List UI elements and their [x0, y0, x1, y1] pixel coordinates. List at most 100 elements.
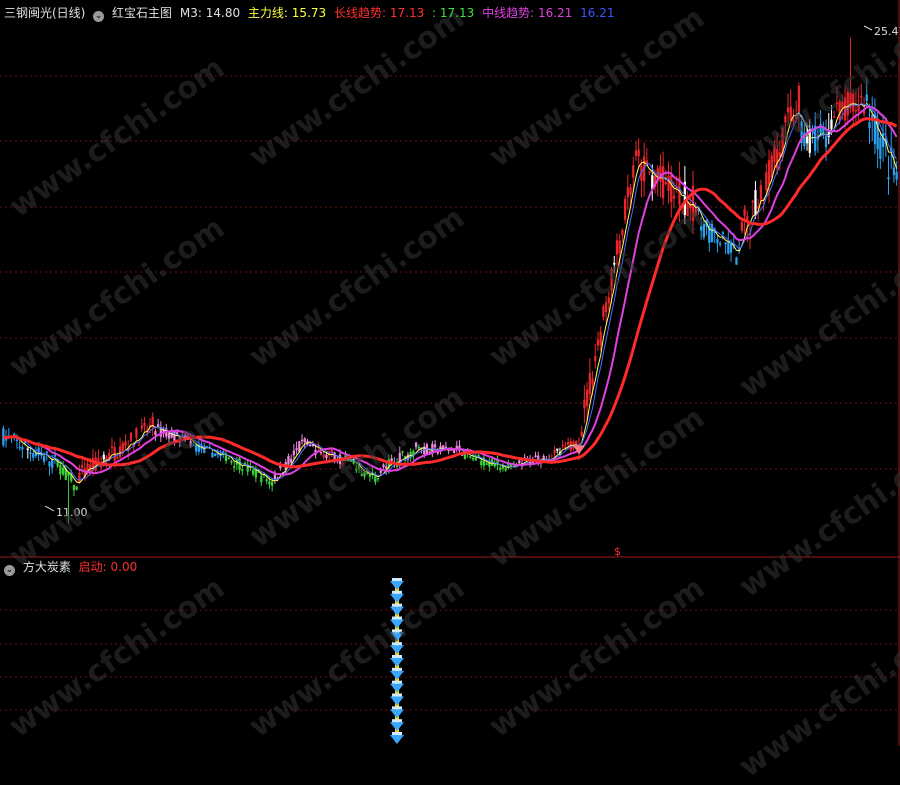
candle [716, 235, 719, 253]
candle [735, 256, 738, 265]
candle [852, 89, 855, 126]
candle [463, 454, 467, 460]
long-trend-label: 长线趋势: [333, 6, 387, 20]
candle [784, 113, 787, 140]
main-line-value: 15.73 [291, 6, 327, 20]
long-trend-value: 17.13 [389, 6, 425, 20]
chevron-down-icon[interactable]: ⌄ [93, 11, 105, 22]
signal-diamond [390, 590, 404, 603]
signal-diamond [390, 667, 404, 680]
candle [561, 440, 564, 449]
candle [401, 450, 404, 457]
sub-indicator-name[interactable]: 方大炭素 [23, 560, 71, 574]
stock-chart[interactable]: 25.47 11.00 $ [0, 0, 900, 746]
extra-value: 16.21 [580, 6, 615, 20]
blue-line-series [3, 102, 898, 481]
candle [48, 461, 51, 476]
candle [227, 457, 230, 460]
candle [865, 77, 868, 106]
mid-trend-label: 中线趋势: [482, 6, 535, 20]
candle [241, 465, 244, 476]
candle [626, 174, 629, 211]
candle [504, 467, 507, 472]
signal-diamond [390, 719, 404, 732]
candle [819, 109, 822, 137]
candle [213, 453, 217, 457]
main-line-series [3, 102, 898, 484]
candle [118, 437, 122, 460]
candle [75, 486, 78, 491]
candle [634, 141, 638, 161]
candle [303, 437, 306, 449]
candle [849, 37, 852, 114]
mid-trend-value: 16.21 [537, 6, 573, 20]
candle [879, 132, 882, 169]
candle [224, 449, 228, 464]
candle [580, 425, 583, 438]
candle [719, 241, 722, 247]
candle [860, 83, 863, 104]
candle [553, 445, 556, 458]
signal-diamond [390, 706, 404, 719]
start-label: 启动: [78, 560, 107, 574]
low-price-label: 11.00 [56, 506, 88, 519]
candle [398, 446, 401, 470]
candle [21, 444, 24, 459]
candle [800, 118, 803, 152]
candle [211, 449, 214, 458]
candle [583, 385, 586, 424]
candle [615, 233, 619, 266]
candle [667, 161, 670, 204]
candle [154, 428, 157, 441]
candle [121, 440, 124, 457]
candle [458, 440, 461, 453]
candle [355, 464, 358, 474]
candle [648, 170, 651, 175]
candle [287, 453, 290, 466]
candle [455, 440, 458, 453]
candle [835, 86, 839, 112]
price-annotations: 25.47 11.00 $ [44, 25, 900, 558]
candle [238, 457, 241, 474]
candle [319, 451, 323, 456]
candle [59, 463, 62, 480]
long-trend-series [2, 116, 898, 469]
candle [833, 110, 836, 119]
high-leader [863, 25, 873, 31]
candle [827, 112, 830, 145]
candle [694, 201, 697, 217]
candle [822, 121, 825, 140]
candle [789, 89, 792, 124]
candle [594, 343, 597, 369]
candle [588, 358, 591, 401]
candle [724, 241, 727, 255]
chevron-down-icon[interactable]: ⌄ [4, 565, 15, 576]
candle [159, 421, 162, 443]
candle [621, 228, 624, 242]
candle [751, 199, 754, 217]
candle [78, 464, 81, 484]
indicator-name[interactable]: 红宝石主图 [112, 6, 172, 20]
candle [124, 434, 127, 450]
candle [776, 132, 779, 175]
candle [727, 230, 730, 255]
chart-grid [0, 0, 900, 746]
candle [710, 220, 714, 243]
candle [507, 459, 510, 470]
candle [143, 416, 146, 432]
candle [873, 98, 877, 155]
candle [116, 456, 119, 460]
candle [72, 484, 76, 497]
candle [604, 296, 608, 323]
candle [854, 91, 858, 127]
signal-diamond [390, 655, 404, 667]
long-trend-value-2: : 17.13 [432, 6, 475, 20]
candle [613, 255, 616, 274]
start-value: 0.00 [110, 560, 138, 574]
signal-diamond [390, 732, 404, 744]
mid-trend-series [3, 106, 898, 476]
candle [368, 473, 372, 482]
candle [797, 82, 801, 132]
candle [382, 463, 385, 469]
candle [414, 441, 418, 450]
